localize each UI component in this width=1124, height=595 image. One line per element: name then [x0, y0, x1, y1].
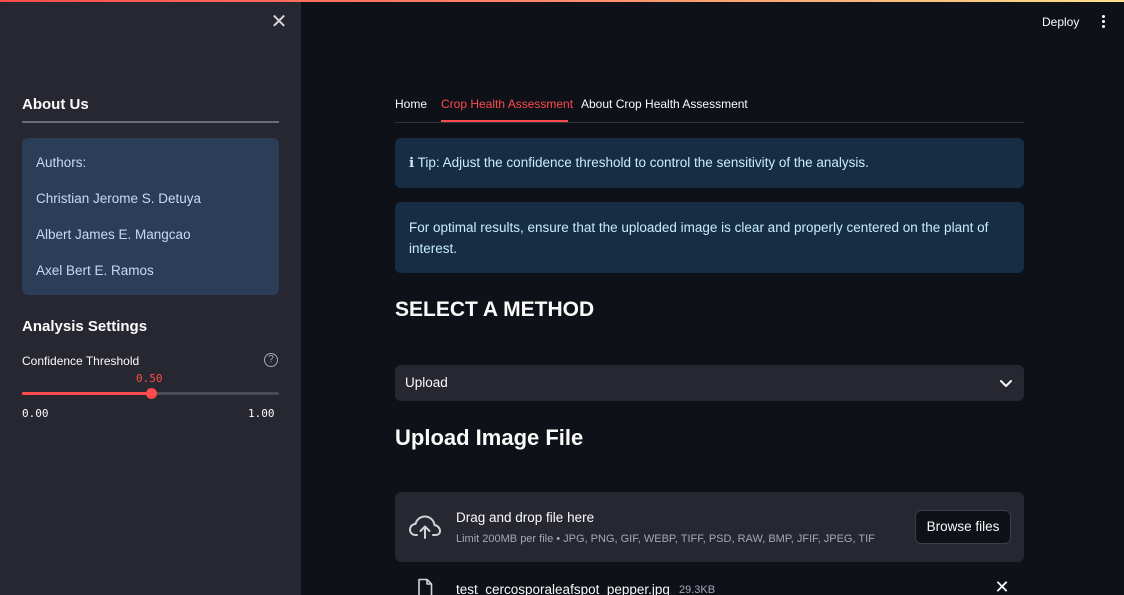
tip-info-box: ℹ Tip: Adjust the confidence threshold t… [395, 138, 1024, 188]
tab-crop-health-assessment[interactable]: Crop Health Assessment [441, 97, 573, 111]
heading-divider [22, 121, 279, 123]
remove-file-button[interactable]: ✕ [994, 578, 1010, 595]
file-icon [418, 578, 433, 595]
top-decoration-stripe [0, 0, 1124, 2]
slider-thumb[interactable] [145, 388, 157, 399]
dropzone-title: Drag and drop file here [456, 510, 595, 525]
author-name: Albert James E. Mangcao [36, 227, 191, 242]
author-name: Axel Bert E. Ramos [36, 263, 154, 278]
tab-about-crop-health-assessment[interactable]: About Crop Health Assessment [581, 97, 748, 111]
method-select-value: Upload [405, 375, 448, 390]
file-dropzone[interactable]: Drag and drop file here Limit 200MB per … [395, 492, 1024, 562]
method-select[interactable]: Upload [395, 365, 1024, 401]
file-size: 29.3KB [679, 584, 716, 595]
slider-fill [22, 392, 151, 395]
advice-info-box: For optimal results, ensure that the upl… [395, 202, 1024, 273]
close-icon[interactable]: ✕ [270, 12, 288, 32]
sidebar: ✕ About Us Authors: Christian Jerome S. … [0, 0, 301, 595]
confidence-slider[interactable] [22, 388, 279, 399]
slider-min-label: 0.00 [22, 407, 49, 420]
authors-info-box: Authors: Christian Jerome S. Detuya Albe… [22, 138, 279, 295]
select-method-heading: SELECT A METHOD [395, 298, 595, 321]
slider-max-label: 1.00 [248, 407, 275, 420]
author-name: Christian Jerome S. Detuya [36, 191, 202, 206]
confidence-threshold-label: Confidence Threshold [22, 354, 140, 368]
dropzone-limit-text: Limit 200MB per file • JPG, PNG, GIF, WE… [456, 533, 875, 545]
browse-files-button[interactable]: Browse files [915, 510, 1011, 544]
upload-image-heading: Upload Image File [395, 425, 584, 450]
help-icon[interactable]: ? [264, 353, 278, 367]
authors-label: Authors: [36, 155, 87, 170]
file-name: test_cercosporaleafspot_pepper.jpg [456, 582, 670, 595]
slider-value-label: 0.50 [136, 372, 163, 385]
uploaded-file-row: test_cercosporaleafspot_pepper.jpg 29.3K… [395, 578, 1024, 595]
about-us-heading: About Us [22, 96, 89, 113]
more-vertical-icon[interactable] [1096, 12, 1112, 32]
tab-bar: Home Crop Health Assessment About Crop H… [395, 90, 1024, 123]
active-tab-indicator [441, 120, 568, 122]
analysis-settings-heading: Analysis Settings [22, 318, 148, 335]
tab-home[interactable]: Home [395, 97, 427, 111]
cloud-upload-icon [409, 515, 441, 539]
deploy-button[interactable]: Deploy [1036, 12, 1085, 32]
